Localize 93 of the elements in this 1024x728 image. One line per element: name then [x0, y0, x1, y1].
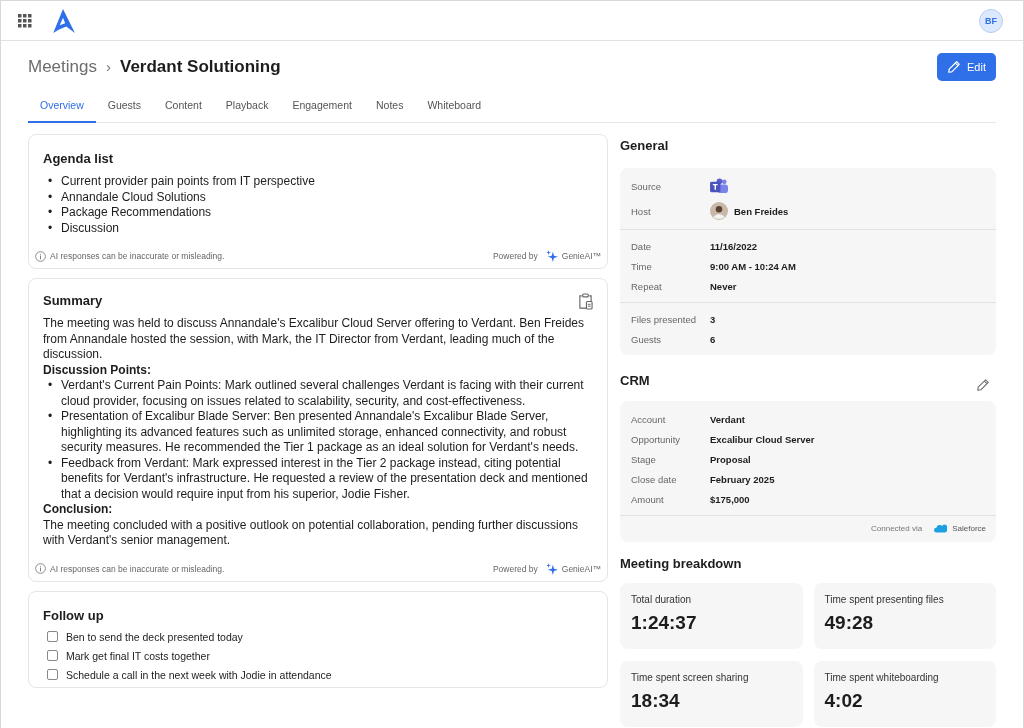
summary-bullet: Feedback from Verdant: Mark expressed interest in the Tier 2 package instead, citing potential benefits for Verdant's infrastructure. He requested a review of the presentation deck and mentioned that a decision would require input from his superior, Jodie Fisher.: [61, 455, 589, 502]
stat-label: Total duration: [631, 594, 693, 605]
powered-by-label: Powered by: [492, 251, 538, 261]
chat-app-icon: [710, 178, 729, 195]
bullet-mark: •: [48, 189, 54, 205]
connected-label: Connected via: [871, 524, 923, 533]
pencil-icon[interactable]: [976, 378, 990, 392]
field-value: 9:00 AM - 10:24 AM: [710, 261, 796, 272]
apps-grid-icon[interactable]: [18, 13, 32, 28]
field-label: Source: [631, 181, 663, 192]
field-value: 6: [710, 334, 716, 345]
tab[interactable]: Guests: [95, 91, 154, 123]
follow-up-item: Schedule a call in the next week with Jodie in attendance: [66, 668, 332, 681]
field-label: Date: [631, 241, 653, 252]
info-icon: [35, 250, 46, 262]
field-value: Proposal: [710, 454, 751, 465]
breadcrumb-separator: ›: [106, 58, 111, 75]
card-title: Follow up: [43, 607, 105, 623]
card-title: Agenda list: [43, 151, 115, 166]
sparkle-icon: [545, 562, 558, 575]
edit-button[interactable]: Edit: [937, 53, 996, 81]
agenda-item: Current provider pain points from IT perspective: [61, 174, 315, 190]
bullet-mark: •: [48, 455, 54, 472]
bullet-mark: •: [48, 174, 54, 190]
field-label: Files presented: [631, 314, 697, 325]
field-value: 3: [710, 314, 716, 325]
stat-label: Time spent presenting files: [824, 594, 945, 605]
field-label: Guests: [631, 334, 663, 345]
copy-icon[interactable]: [578, 293, 593, 310]
powered-by-label: Powered by: [492, 563, 538, 574]
summary-paragraph: The meeting was held to discuss Annandale's Excalibur Cloud Server offering to Verdant. Ben Freides from Annandale hosted the session, with Mark, the IT Director from Verdant, leading much of the discussion.: [43, 316, 586, 363]
section-title: Meeting breakdown: [620, 556, 743, 571]
user-avatar[interactable]: BF: [979, 8, 1003, 33]
field-value: 11/16/2022: [710, 241, 758, 252]
tab[interactable]: Engagement: [280, 91, 364, 123]
logo-icon[interactable]: [50, 7, 76, 34]
bullet-mark: •: [48, 409, 54, 425]
sparkle-icon: [545, 250, 558, 262]
field-label: Amount: [631, 494, 665, 505]
summary-bullet: Verdant's Current Pain Points: Mark outlined several challenges Verdant is facing with their current cloud provider, focusing on issues related to scalability, security, and cost-effectiveness.: [61, 378, 585, 409]
agenda-item: Discussion: [61, 220, 120, 236]
ai-disclaimer: AI responses can be inaccurate or misleading.: [50, 251, 225, 261]
tab[interactable]: Content: [153, 91, 214, 123]
brand-name: GenieAI™: [561, 251, 601, 261]
stat-value: 49:28: [824, 612, 875, 634]
summary-heading: Discussion Points:: [43, 362, 153, 378]
field-value: Ben Freides: [734, 205, 789, 217]
cloud-icon: [934, 524, 948, 533]
checkbox[interactable]: [47, 650, 58, 661]
field-value: Excalibur Cloud Server: [710, 434, 815, 445]
summary-bullet: Presentation of Excalibur Blade Server: Ben presented Annandale's Excalibur Blade Server, highlighting its advanced features such as unlimited storage, enhanced connectivity, and robust security measures. He recommended the Tier 1 package as an ideal solution for Verdant's needs.: [61, 409, 580, 456]
stat-label: Time spent whiteboarding: [824, 672, 940, 683]
page-title: Verdant Solutioning: [120, 57, 281, 77]
section-title: General: [620, 138, 670, 153]
stat-label: Time spent screen sharing: [631, 672, 750, 683]
tab[interactable]: Playback: [213, 91, 281, 123]
field-label: Close date: [631, 474, 678, 485]
tab[interactable]: Whiteboard: [415, 91, 494, 123]
summary-heading: Conclusion:: [43, 502, 114, 518]
field-label: Account: [631, 414, 667, 425]
card-title: Summary: [43, 293, 103, 308]
tab[interactable]: Notes: [363, 91, 416, 123]
agenda-item: Annandale Cloud Solutions: [61, 189, 206, 205]
tab[interactable]: Overview: [28, 91, 96, 123]
agenda-item: Package Recommendations: [61, 205, 212, 221]
follow-up-item: Ben to send the deck presented today: [66, 630, 243, 643]
stat-value: 4:02: [824, 690, 864, 712]
brand-name: Saleforce: [952, 524, 986, 533]
field-label: Repeat: [631, 281, 663, 292]
pencil-icon: [947, 60, 961, 74]
bullet-mark: •: [48, 378, 54, 394]
field-label: Time: [631, 261, 653, 272]
breadcrumb-link[interactable]: Meetings: [28, 57, 97, 77]
field-label: Host: [631, 205, 652, 217]
bullet-mark: •: [48, 220, 54, 236]
checkbox[interactable]: [47, 669, 58, 680]
field-label: Opportunity: [631, 434, 682, 445]
checkbox[interactable]: [47, 631, 58, 642]
field-value: Never: [710, 281, 737, 292]
summary-paragraph: The meeting concluded with a positive outlook on potential collaboration, pending further discussions with Verdant's senior management.: [43, 517, 579, 549]
info-icon: [35, 563, 46, 574]
brand-name: GenieAI™: [561, 563, 601, 574]
bullet-mark: •: [48, 205, 54, 221]
field-value: February 2025: [710, 474, 775, 485]
follow-up-item: Mark get final IT costs together: [66, 649, 210, 662]
field-value: $175,000: [710, 494, 750, 505]
section-title: CRM: [620, 373, 650, 388]
stat-value: 1:24:37: [631, 612, 698, 634]
avatar-icon: [710, 202, 728, 220]
ai-disclaimer: AI responses can be inaccurate or misleading.: [50, 563, 225, 574]
field-value: Verdant: [710, 414, 745, 425]
stat-value: 18:34: [631, 690, 681, 712]
field-label: Stage: [631, 454, 657, 465]
